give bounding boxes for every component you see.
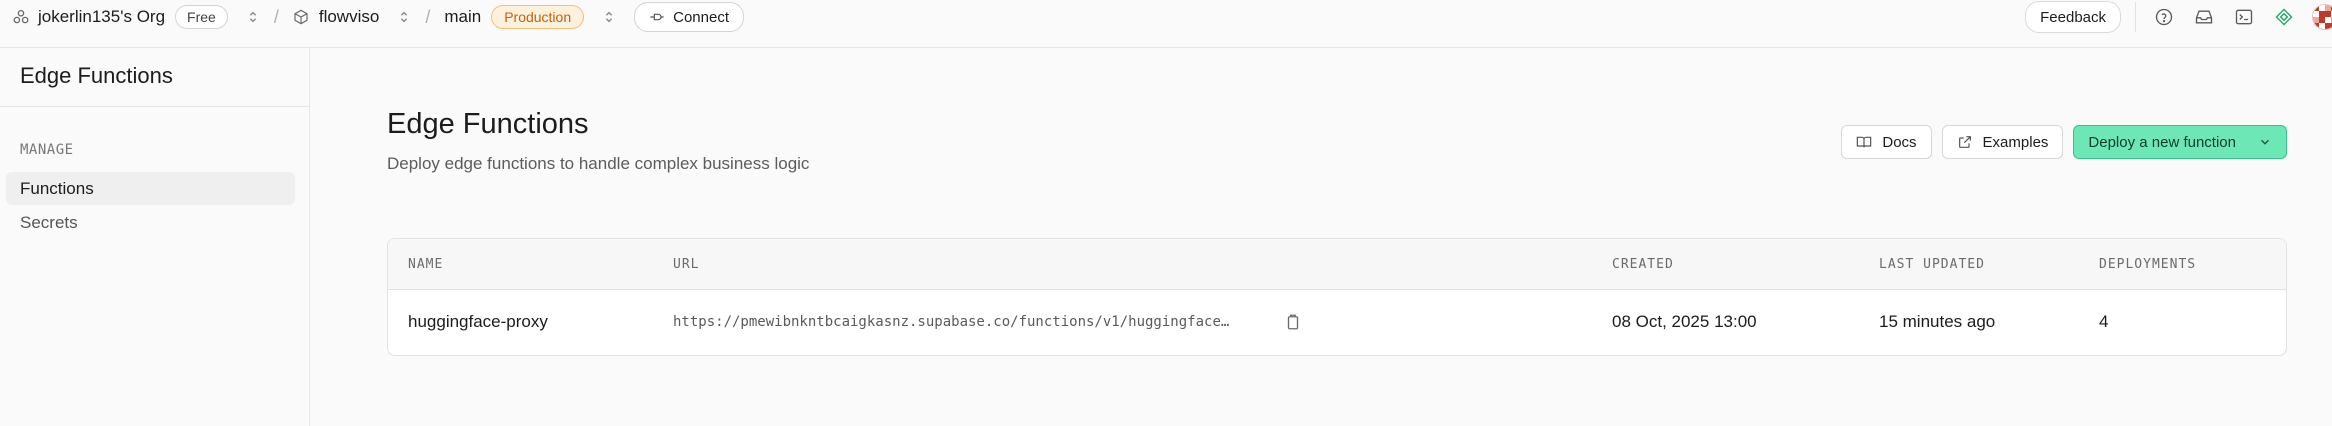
assistant-icon[interactable]	[2273, 6, 2295, 28]
docs-button[interactable]: Docs	[1841, 125, 1932, 159]
header-divider	[0, 47, 2332, 48]
inbox-icon[interactable]	[2193, 6, 2215, 28]
plan-badge: Free	[175, 5, 228, 29]
column-header-deployments: DEPLOYMENTS	[2099, 257, 2197, 272]
sidebar-item-functions[interactable]: Functions	[6, 172, 295, 205]
sidebar-section-label: MANAGE	[20, 142, 74, 158]
feedback-button[interactable]: Feedback	[2025, 1, 2121, 33]
examples-button[interactable]: Examples	[1941, 125, 2064, 159]
column-header-last-updated: LAST UPDATED	[1879, 257, 1985, 272]
sidebar-divider	[0, 106, 310, 107]
org-selector[interactable]: jokerlin135's Org Free	[12, 5, 260, 29]
chevron-down-icon	[2261, 139, 2269, 145]
plug-icon	[650, 13, 664, 21]
function-name: huggingface-proxy	[408, 312, 548, 331]
toolbar-divider	[2135, 2, 2136, 32]
avatar[interactable]	[2312, 4, 2332, 30]
sidebar-title: Edge Functions	[20, 63, 173, 88]
column-header-url: URL	[673, 257, 700, 272]
book-icon	[1857, 136, 1872, 148]
column-header-name: NAME	[408, 257, 444, 272]
connect-button[interactable]: Connect	[634, 2, 744, 32]
organization-icon	[13, 9, 29, 24]
branch-name: main	[444, 7, 482, 26]
project-selector[interactable]: flowviso	[293, 7, 411, 27]
table-row[interactable]: huggingface-proxy https://pmewibnkntbcai…	[388, 291, 2286, 355]
copy-icon[interactable]	[1284, 313, 1302, 331]
box-icon	[294, 9, 308, 25]
terminal-icon[interactable]	[2233, 6, 2255, 28]
function-url: https://pmewibnkntbcaigkasnz.supabase.co…	[673, 314, 1230, 330]
chevron-up-down-icon[interactable]	[397, 10, 411, 24]
created-date: 08 Oct, 2025 13:00	[1612, 312, 1757, 331]
functions-table: NAME URL CREATED LAST UPDATED DEPLOYMENT…	[387, 238, 2287, 356]
top-bar-actions: Feedback	[2025, 0, 2332, 34]
org-name: jokerlin135's Org	[38, 7, 166, 26]
connect-label: Connect	[673, 8, 729, 26]
external-link-icon	[1958, 136, 1971, 148]
environment-badge: Production	[491, 5, 585, 29]
sidebar-item-secrets[interactable]: Secrets	[6, 206, 295, 239]
table-header: NAME URL CREATED LAST UPDATED DEPLOYMENT…	[388, 239, 2286, 290]
top-bar: jokerlin135's Org Free / flowviso / main…	[0, 0, 2332, 34]
deploy-function-button[interactable]: Deploy a new function	[2073, 125, 2287, 159]
help-icon[interactable]	[2153, 6, 2175, 28]
page-title: Edge Functions	[387, 108, 589, 140]
breadcrumb-separator: /	[425, 6, 431, 27]
docs-label: Docs	[1882, 133, 1917, 151]
chevron-up-down-icon[interactable]	[602, 10, 616, 24]
project-name: flowviso	[318, 7, 380, 26]
page-subtitle: Deploy edge functions to handle complex …	[387, 154, 810, 173]
page-actions: Docs Examples Deploy a new function	[1831, 125, 2287, 159]
branch-selector[interactable]: main Production	[444, 5, 616, 29]
breadcrumb-separator: /	[273, 6, 279, 27]
chevron-up-down-icon[interactable]	[246, 10, 260, 24]
sidebar: Edge Functions MANAGE Functions Secrets	[0, 48, 310, 426]
deploy-label: Deploy a new function	[2088, 133, 2236, 151]
last-updated: 15 minutes ago	[1879, 312, 1996, 331]
examples-label: Examples	[1982, 133, 2049, 151]
column-header-created: CREATED	[1612, 257, 1674, 272]
deployments-count: 4	[2099, 312, 2109, 331]
